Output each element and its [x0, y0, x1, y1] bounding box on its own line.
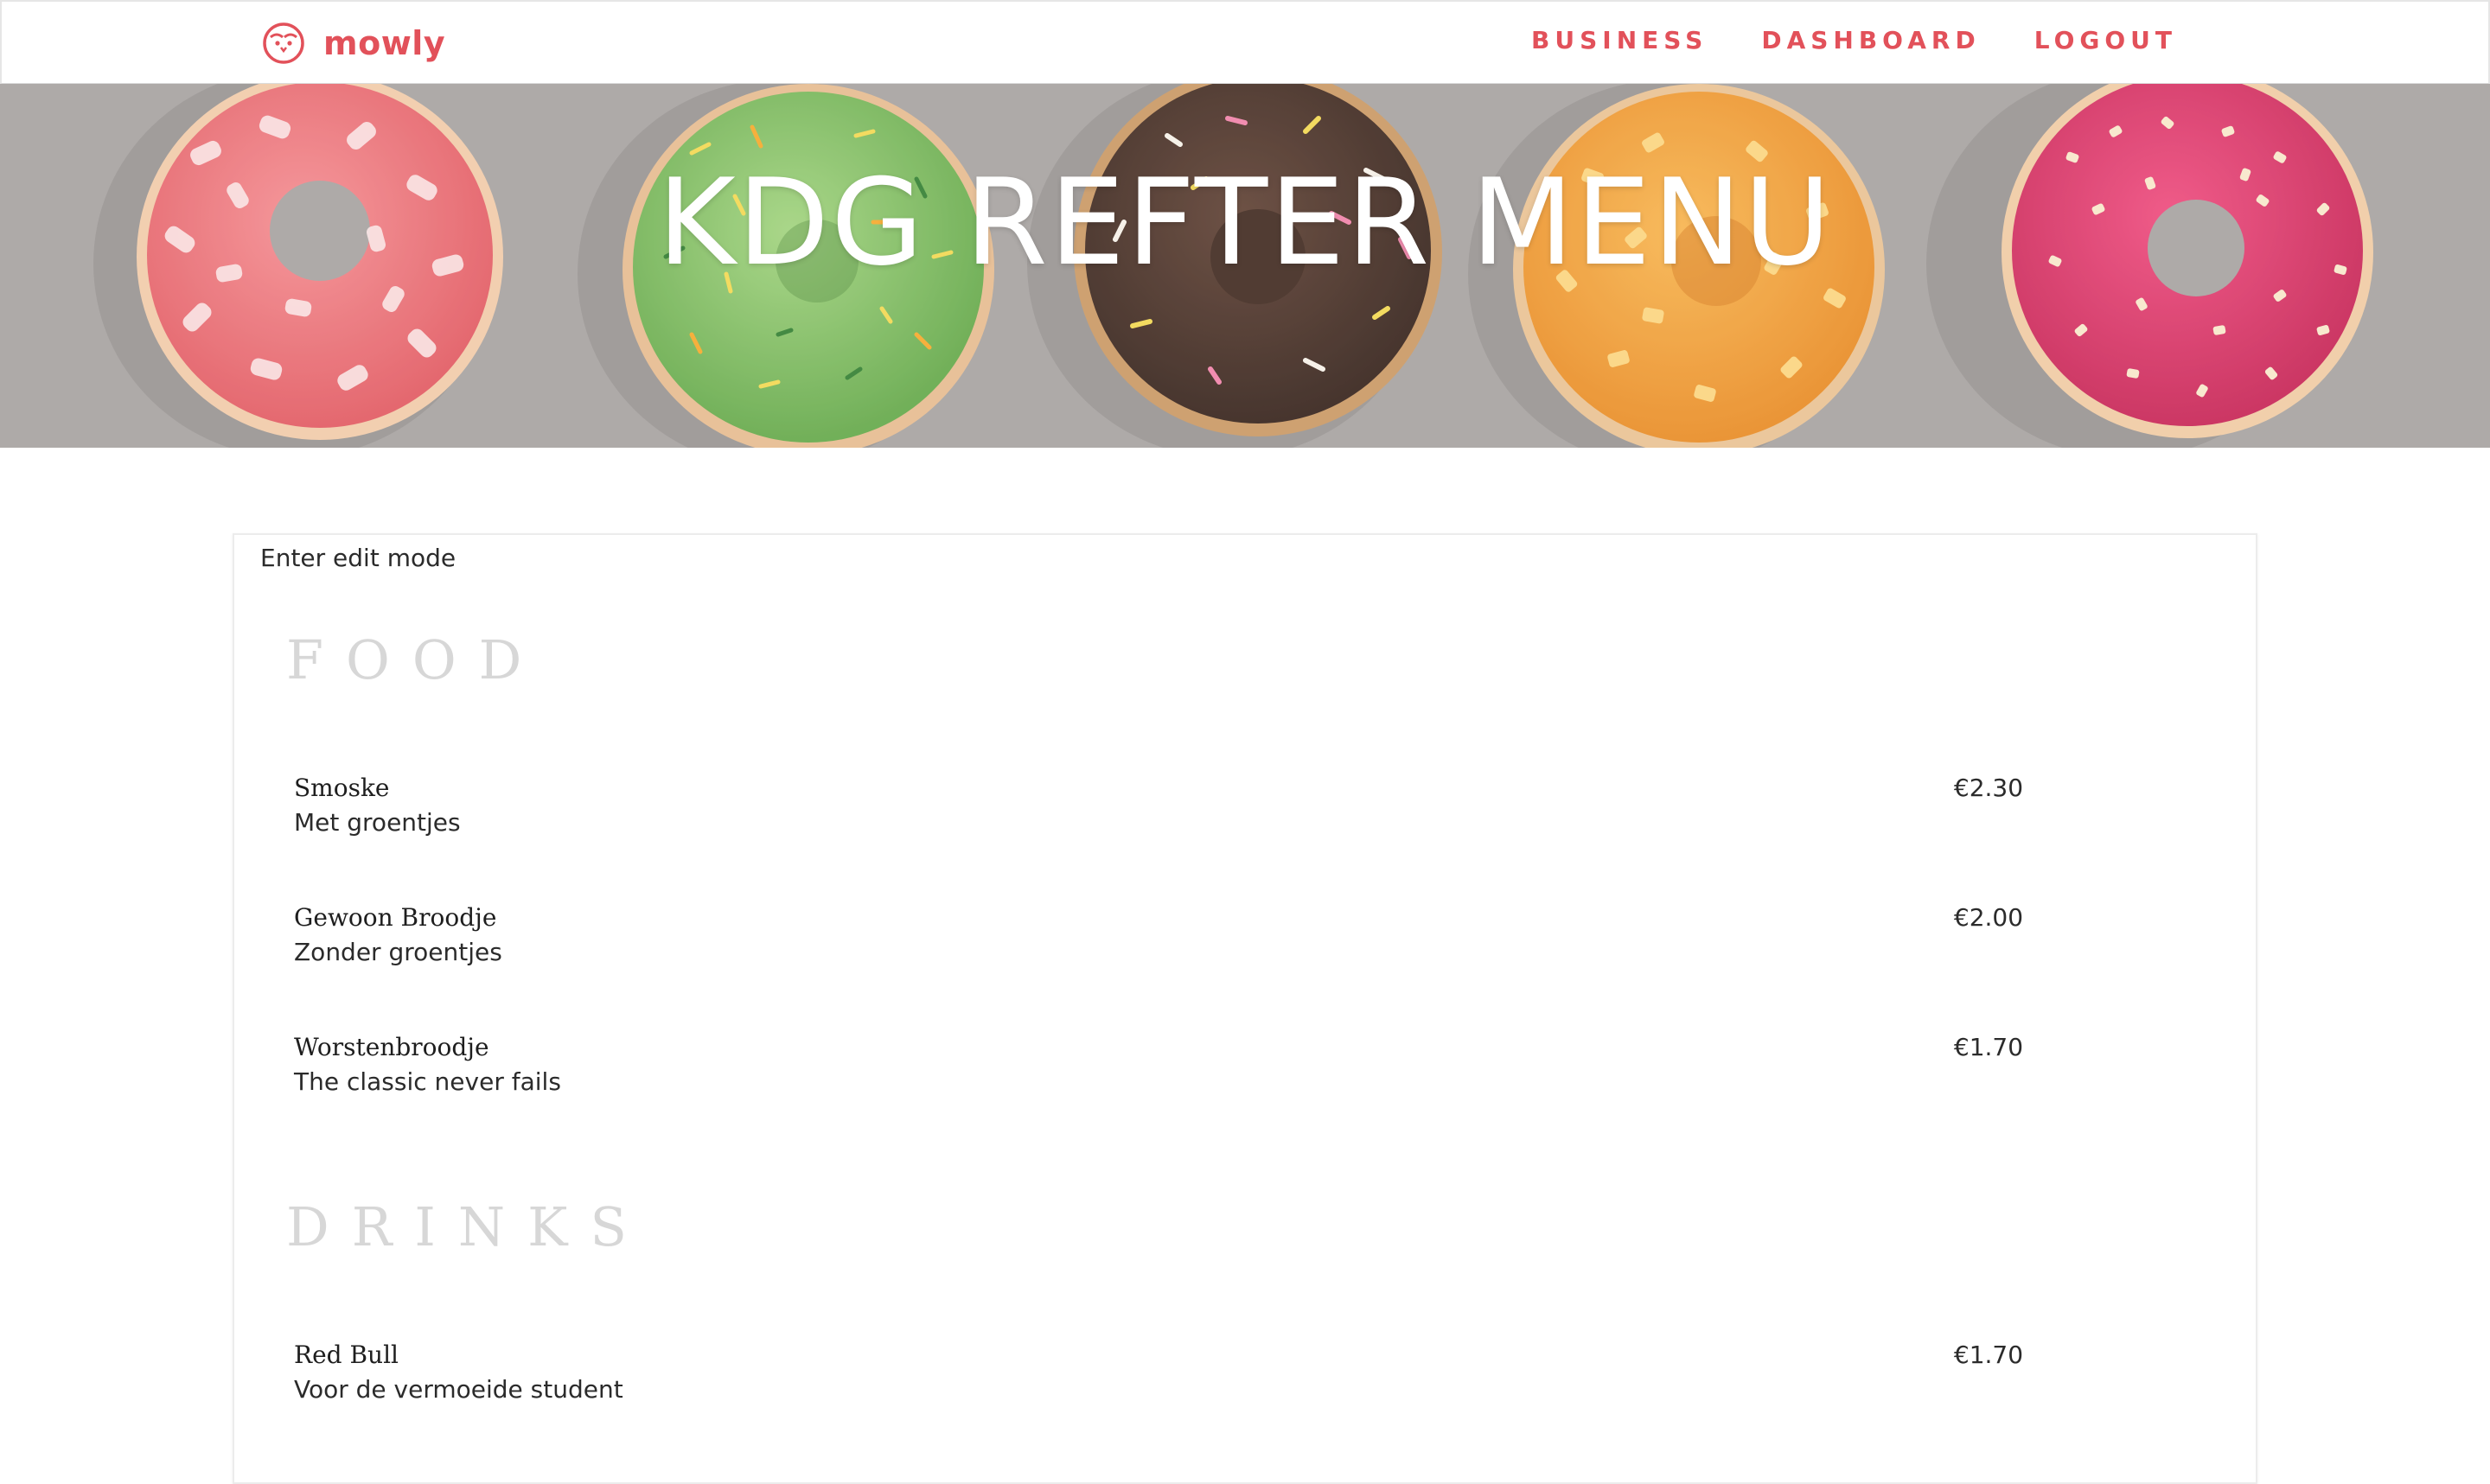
hero-banner: KDG REFTER MENU — [0, 84, 2490, 448]
menu-item[interactable]: Gewoon Broodje Zonder groentjes €2.00 — [294, 903, 2032, 972]
item-description: Voor de vermoeide student — [294, 1375, 623, 1404]
nav-links: BUSINESS DASHBOARD LOGOUT — [1531, 26, 2177, 54]
top-navbar: mowly BUSINESS DASHBOARD LOGOUT — [0, 0, 2490, 84]
item-price: €2.30 — [1953, 774, 2024, 802]
menu-item[interactable]: Red Bull Voor de vermoeide student €1.70 — [294, 1341, 2032, 1410]
nav-link-dashboard[interactable]: DASHBOARD — [1761, 26, 1980, 54]
item-price: €1.70 — [1953, 1033, 2024, 1061]
nav-link-business[interactable]: BUSINESS — [1531, 26, 1708, 54]
enter-edit-mode-button[interactable]: Enter edit mode — [260, 544, 456, 572]
owl-face-icon — [263, 22, 304, 64]
page-title: KDG REFTER MENU — [657, 153, 1833, 292]
brand-logo-link[interactable]: mowly — [261, 21, 445, 66]
item-name: Gewoon Broodje — [294, 903, 497, 932]
item-price: €1.70 — [1953, 1341, 2024, 1369]
brand-name: mowly — [323, 24, 446, 62]
item-description: The classic never fails — [294, 1067, 561, 1096]
menu-item[interactable]: Smoske Met groentjes €2.30 — [294, 774, 2032, 843]
section-title-drinks: DRINKS — [286, 1195, 649, 1258]
menu-card: Enter edit mode FOOD Smoske Met groentje… — [233, 533, 2257, 1484]
menu-item[interactable]: Worstenbroodje The classic never fails €… — [294, 1033, 2032, 1102]
section-title-food: FOOD — [286, 628, 545, 691]
item-description: Met groentjes — [294, 808, 461, 837]
item-name: Worstenbroodje — [294, 1033, 489, 1061]
item-description: Zonder groentjes — [294, 938, 502, 966]
nav-link-logout[interactable]: LOGOUT — [2034, 26, 2177, 54]
item-name: Smoske — [294, 774, 390, 802]
item-name: Red Bull — [294, 1341, 399, 1369]
item-price: €2.00 — [1953, 903, 2024, 932]
